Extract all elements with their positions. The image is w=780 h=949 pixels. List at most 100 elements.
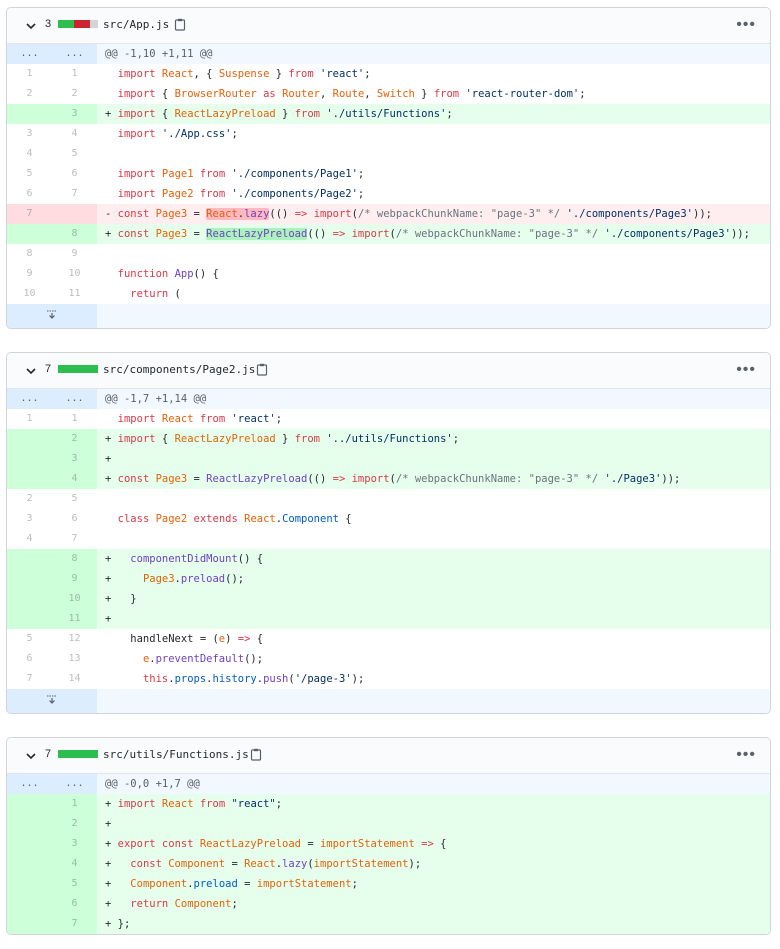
- new-line-number[interactable]: 10: [52, 589, 97, 609]
- new-line-number[interactable]: 8: [52, 224, 97, 244]
- old-line-number[interactable]: 7: [7, 204, 52, 224]
- old-line-number[interactable]: [7, 609, 52, 629]
- code-line: + import { ReactLazyPreload } from '../u…: [97, 429, 770, 449]
- old-line-number[interactable]: 1: [7, 409, 52, 429]
- old-line-number[interactable]: 10: [7, 284, 52, 304]
- expand-down-button[interactable]: ...: [52, 774, 97, 794]
- new-line-number[interactable]: 6: [52, 164, 97, 184]
- new-line-number[interactable]: 6: [52, 509, 97, 529]
- code-line: [97, 244, 770, 264]
- code-line: import Page1 from './components/Page1';: [117, 168, 365, 180]
- old-line-number[interactable]: 6: [7, 184, 52, 204]
- new-line-number[interactable]: 2: [52, 84, 97, 104]
- file-name[interactable]: src/components/Page2.js: [103, 363, 255, 376]
- new-line-number[interactable]: 8: [52, 549, 97, 569]
- diffstat-block-del: [82, 20, 90, 28]
- old-line-number[interactable]: [7, 469, 52, 489]
- new-line-number[interactable]: 4: [52, 124, 97, 144]
- diff-line-row: 3 +: [7, 449, 770, 469]
- new-line-number[interactable]: 7: [52, 529, 97, 549]
- diff-line-row: 4 + const Component = React.lazy(importSt…: [7, 854, 770, 874]
- code-line: + const Page3 = ReactLazyPreload(() => i…: [97, 469, 770, 489]
- old-line-number[interactable]: [7, 429, 52, 449]
- old-line-number[interactable]: 5: [7, 164, 52, 184]
- old-line-number[interactable]: [7, 449, 52, 469]
- expand-up-button[interactable]: ...: [7, 44, 52, 64]
- old-line-number[interactable]: 9: [7, 264, 52, 284]
- old-line-number[interactable]: 3: [7, 509, 52, 529]
- new-line-number[interactable]: 5: [52, 489, 97, 509]
- old-line-number[interactable]: 4: [7, 529, 52, 549]
- chevron-down-icon[interactable]: [25, 750, 37, 762]
- new-line-number[interactable]: 7: [52, 184, 97, 204]
- old-line-number[interactable]: 6: [7, 649, 52, 669]
- old-line-number[interactable]: [7, 814, 52, 834]
- new-line-number[interactable]: 3: [52, 104, 97, 124]
- old-line-number[interactable]: [7, 589, 52, 609]
- old-line-number[interactable]: 5: [7, 629, 52, 649]
- new-line-number[interactable]: 11: [52, 284, 97, 304]
- expand-down-button[interactable]: [7, 689, 97, 713]
- expand-up-button[interactable]: ...: [7, 774, 52, 794]
- diff-line-row: 2 +: [7, 814, 770, 834]
- more-options-button[interactable]: •••: [736, 361, 756, 379]
- code-line: + import React from "react";: [97, 794, 770, 814]
- new-line-number[interactable]: 7: [52, 914, 97, 934]
- new-line-number[interactable]: 1: [52, 64, 97, 84]
- chevron-down-icon[interactable]: [25, 365, 37, 377]
- new-line-number[interactable]: 2: [52, 814, 97, 834]
- clipboard-icon[interactable]: [250, 748, 262, 761]
- clipboard-icon[interactable]: [256, 363, 268, 376]
- old-line-number[interactable]: [7, 914, 52, 934]
- new-line-number[interactable]: 5: [52, 144, 97, 164]
- old-line-number[interactable]: 3: [7, 124, 52, 144]
- diffstat-block-add: [74, 365, 82, 373]
- new-line-number[interactable]: 1: [52, 409, 97, 429]
- expand-down-button[interactable]: ...: [52, 389, 97, 409]
- old-line-number[interactable]: [7, 549, 52, 569]
- new-line-number[interactable]: 1: [52, 794, 97, 814]
- old-line-number[interactable]: [7, 224, 52, 244]
- old-line-number[interactable]: [7, 874, 52, 894]
- old-line-number[interactable]: 8: [7, 244, 52, 264]
- old-line-number[interactable]: [7, 854, 52, 874]
- old-line-number[interactable]: [7, 794, 52, 814]
- file-header: 3 src/App.js •••: [7, 8, 770, 44]
- new-line-number[interactable]: 3: [52, 834, 97, 854]
- new-line-number[interactable]: 9: [52, 569, 97, 589]
- old-line-number[interactable]: 2: [7, 489, 52, 509]
- old-line-number[interactable]: [7, 834, 52, 854]
- new-line-number[interactable]: [52, 204, 97, 224]
- expand-up-button[interactable]: ...: [7, 389, 52, 409]
- expand-down-button[interactable]: [7, 304, 97, 328]
- new-line-number[interactable]: 4: [52, 469, 97, 489]
- diff-table: ...... @@ -1,10 +1,11 @@ 1 1 import React, …: [7, 44, 770, 328]
- new-line-number[interactable]: 10: [52, 264, 97, 284]
- more-options-button[interactable]: •••: [736, 16, 756, 34]
- old-line-number[interactable]: 1: [7, 64, 52, 84]
- chevron-down-icon[interactable]: [25, 20, 37, 32]
- new-line-number[interactable]: 3: [52, 449, 97, 469]
- new-line-number[interactable]: 2: [52, 429, 97, 449]
- more-options-button[interactable]: •••: [736, 746, 756, 764]
- file-name[interactable]: src/App.js: [103, 18, 169, 31]
- new-line-number[interactable]: 12: [52, 629, 97, 649]
- diffstat-block-add: [58, 365, 66, 373]
- old-line-number[interactable]: 2: [7, 84, 52, 104]
- old-line-number[interactable]: 7: [7, 669, 52, 689]
- clipboard-icon[interactable]: [174, 18, 186, 31]
- old-line-number[interactable]: [7, 104, 52, 124]
- new-line-number[interactable]: 6: [52, 894, 97, 914]
- old-line-number[interactable]: [7, 894, 52, 914]
- new-line-number[interactable]: 5: [52, 874, 97, 894]
- expand-down-button[interactable]: ...: [52, 44, 97, 64]
- new-line-number[interactable]: 9: [52, 244, 97, 264]
- code-line: import React from 'react';: [117, 413, 283, 425]
- new-line-number[interactable]: 13: [52, 649, 97, 669]
- old-line-number[interactable]: [7, 569, 52, 589]
- old-line-number[interactable]: 4: [7, 144, 52, 164]
- new-line-number[interactable]: 14: [52, 669, 97, 689]
- new-line-number[interactable]: 4: [52, 854, 97, 874]
- file-name[interactable]: src/utils/Functions.js: [103, 748, 249, 761]
- new-line-number[interactable]: 11: [52, 609, 97, 629]
